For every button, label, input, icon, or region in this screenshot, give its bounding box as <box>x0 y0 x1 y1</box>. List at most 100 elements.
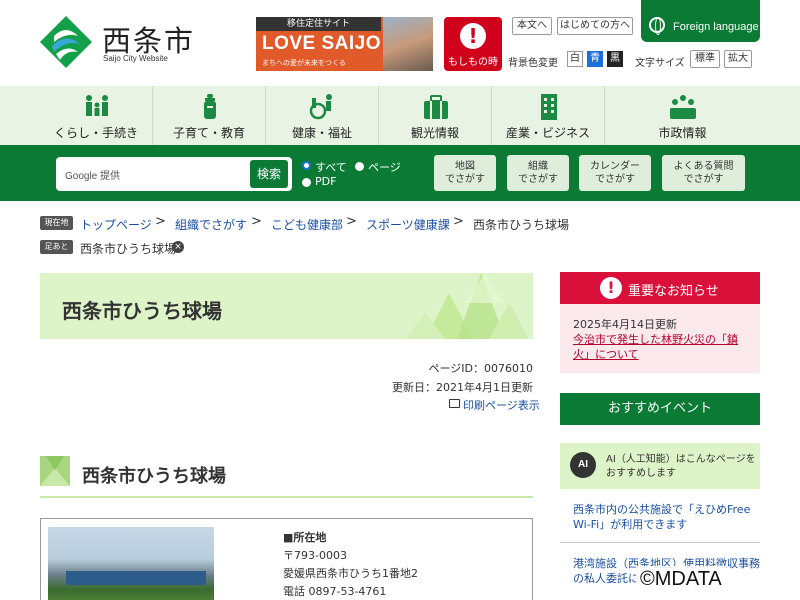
breadcrumb-separator: > <box>346 214 357 229</box>
breadcrumb-dept[interactable]: こども健康部 <box>271 216 343 233</box>
love-saijo-banner[interactable]: 移住定住サイト LOVE SAIJO まちへの愛が未来をつくる <box>256 17 433 71</box>
globe-icon <box>649 17 665 35</box>
banner-sub-text: まちへの愛が未来をつくる <box>262 59 346 67</box>
family-icon <box>86 95 108 116</box>
page-title-box: 西条市ひうち球場 <box>40 273 533 339</box>
exclamation-icon: ! <box>600 277 622 299</box>
ai-icon: AI <box>570 452 596 478</box>
phone: 電話 0897-53-4761 <box>283 585 387 598</box>
nav-item-health[interactable]: 健康・福祉 <box>266 86 379 145</box>
current-location-tag: 現在地 <box>40 216 73 230</box>
find-by-line1: 地図 <box>455 161 475 172</box>
banner-top-text: 移住定住サイト <box>256 17 381 31</box>
page-title: 西条市ひうち球場 <box>62 299 222 323</box>
find-by-line1: カレンダー <box>590 161 640 172</box>
google-label: Google 提供 <box>65 171 121 182</box>
bg-white-button[interactable]: 白 <box>567 51 583 67</box>
updated-date: 更新日：2021年4月1日更新 <box>392 381 533 394</box>
notice-date: 2025年4月14日更新 <box>573 318 677 331</box>
skip-to-content-button[interactable]: 本文へ <box>512 17 552 35</box>
nav-label: 観光情報 <box>410 126 459 140</box>
find-by-map-button[interactable]: 地図 でさがす <box>434 155 496 191</box>
notice-link[interactable]: 今治市で発生した林野火災の「鎮火」について <box>573 332 753 362</box>
nav-label: 市政情報 <box>658 126 707 140</box>
stadium-stand <box>66 571 206 585</box>
find-by-line2: でさがす <box>683 174 724 185</box>
breadcrumb-separator: > <box>453 214 464 229</box>
search-input[interactable]: Google 提供 検索 <box>56 157 292 191</box>
location-label: ■所在地 <box>283 531 327 544</box>
global-nav: くらし・手続き 子育て・教育 健康・福祉 観光情報 産業・ビジネス 市政情報 <box>0 86 800 145</box>
bg-black-button[interactable]: 黒 <box>607 51 623 67</box>
breadcrumb-separator: > <box>155 214 166 229</box>
find-by-line2: でさがす <box>518 174 558 185</box>
find-by-faq-button[interactable]: よくある質問 でさがす <box>662 155 745 191</box>
breadcrumb-separator: > <box>251 214 262 229</box>
title-decoration-icon <box>405 273 529 339</box>
font-standard-button[interactable]: 標準 <box>690 50 720 68</box>
stadium-photo <box>48 527 214 600</box>
first-visit-button[interactable]: はじめての方へ <box>557 17 633 35</box>
history-tag: 足あと <box>40 240 73 254</box>
font-large-button[interactable]: 拡大 <box>724 50 752 68</box>
wheelchair-icon <box>309 94 332 120</box>
nav-item-business[interactable]: 産業・ビジネス <box>492 86 605 145</box>
find-by-org-button[interactable]: 組織 でさがす <box>507 155 569 191</box>
find-by-calendar-button[interactable]: カレンダー でさがす <box>579 155 651 191</box>
nav-label: 産業・ビジネス <box>505 126 590 140</box>
nav-item-childcare[interactable]: 子育て・教育 <box>153 86 266 145</box>
recommended-events-heading[interactable]: おすすめイベント <box>560 393 760 425</box>
breadcrumb-top[interactable]: トップページ <box>80 216 152 233</box>
history-item[interactable]: 西条市ひうち球場 <box>80 240 176 257</box>
find-by-line1: よくある質問 <box>673 161 734 172</box>
logo-subtitle: Saijo City Website <box>103 54 168 63</box>
nav-item-tourism[interactable]: 観光情報 <box>379 86 492 145</box>
radio-all-label: すべて <box>315 161 347 174</box>
printer-icon <box>449 399 460 408</box>
emergency-label: もしもの時 <box>448 57 498 68</box>
copyright-watermark: ©MDATA <box>636 566 726 593</box>
breadcrumb-current: 西条市ひうち球場 <box>473 218 570 232</box>
radio-all[interactable] <box>302 161 311 170</box>
divider <box>560 542 760 543</box>
close-icon[interactable]: × <box>172 241 184 253</box>
suitcase-icon <box>424 95 448 119</box>
section-heading: 西条市ひうち球場 <box>40 456 533 498</box>
building-icon <box>541 94 557 120</box>
heading-mark-icon <box>40 456 70 486</box>
breadcrumb-org[interactable]: 組織でさがす <box>175 216 247 233</box>
banner-photo <box>383 17 433 71</box>
logo-mark-icon <box>40 16 92 68</box>
font-size-label: 文字サイズ <box>635 58 685 69</box>
foreign-language-button[interactable]: Foreign language <box>641 0 760 42</box>
notice-title: 重要なお知らせ <box>628 284 719 299</box>
ai-recommend-text: AI（人工知能）はこんなページをおすすめします <box>606 454 756 479</box>
baby-bottle-icon <box>204 94 216 119</box>
assembly-icon <box>670 95 696 119</box>
nav-item-city-info[interactable]: 市政情報 <box>605 86 760 145</box>
radio-page[interactable] <box>355 162 364 171</box>
print-link-label[interactable]: 印刷ページ表示 <box>463 399 540 412</box>
nav-label: 健康・福祉 <box>291 126 352 140</box>
exclamation-icon: ! <box>460 23 486 49</box>
nav-label: くらし・手続き <box>53 126 138 140</box>
radio-pdf[interactable] <box>302 178 311 187</box>
find-by-line2: でさがす <box>595 174 635 185</box>
recommended-link[interactable]: 西条市内の公共施設で「えひめFree Wi-Fi」が利用できます <box>573 502 760 532</box>
emergency-button[interactable]: ! もしもの時 <box>444 17 502 71</box>
site-logo[interactable]: 西条市 Saijo City Website <box>40 16 200 68</box>
nav-item-living[interactable]: くらし・手続き <box>40 86 153 145</box>
ai-recommend-box: AI AI（人工知能）はこんなページをおすすめします <box>560 443 760 489</box>
breadcrumb-section[interactable]: スポーツ健康課 <box>366 216 450 233</box>
search-button[interactable]: 検索 <box>250 160 288 188</box>
banner-main-text: LOVE SAIJO <box>262 33 382 54</box>
notice-header: ! 重要なお知らせ <box>560 272 760 304</box>
bg-blue-button[interactable]: 青 <box>587 51 603 67</box>
important-notice: ! 重要なお知らせ 2025年4月14日更新 今治市で発生した林野火災の「鎮火」… <box>560 272 760 373</box>
section-heading-text: 西条市ひうち球場 <box>82 466 226 487</box>
address: 愛媛県西条市ひうち1番地2 <box>283 567 418 580</box>
find-by-line2: でさがす <box>445 174 485 185</box>
site-header: 西条市 Saijo City Website 移住定住サイト LOVE SAIJ… <box>0 0 800 86</box>
facility-info-box: ■所在地 〒793-0003 愛媛県西条市ひうち1番地2 電話 0897-53-… <box>40 518 533 600</box>
print-link[interactable]: 印刷ページ表示 <box>449 397 540 413</box>
